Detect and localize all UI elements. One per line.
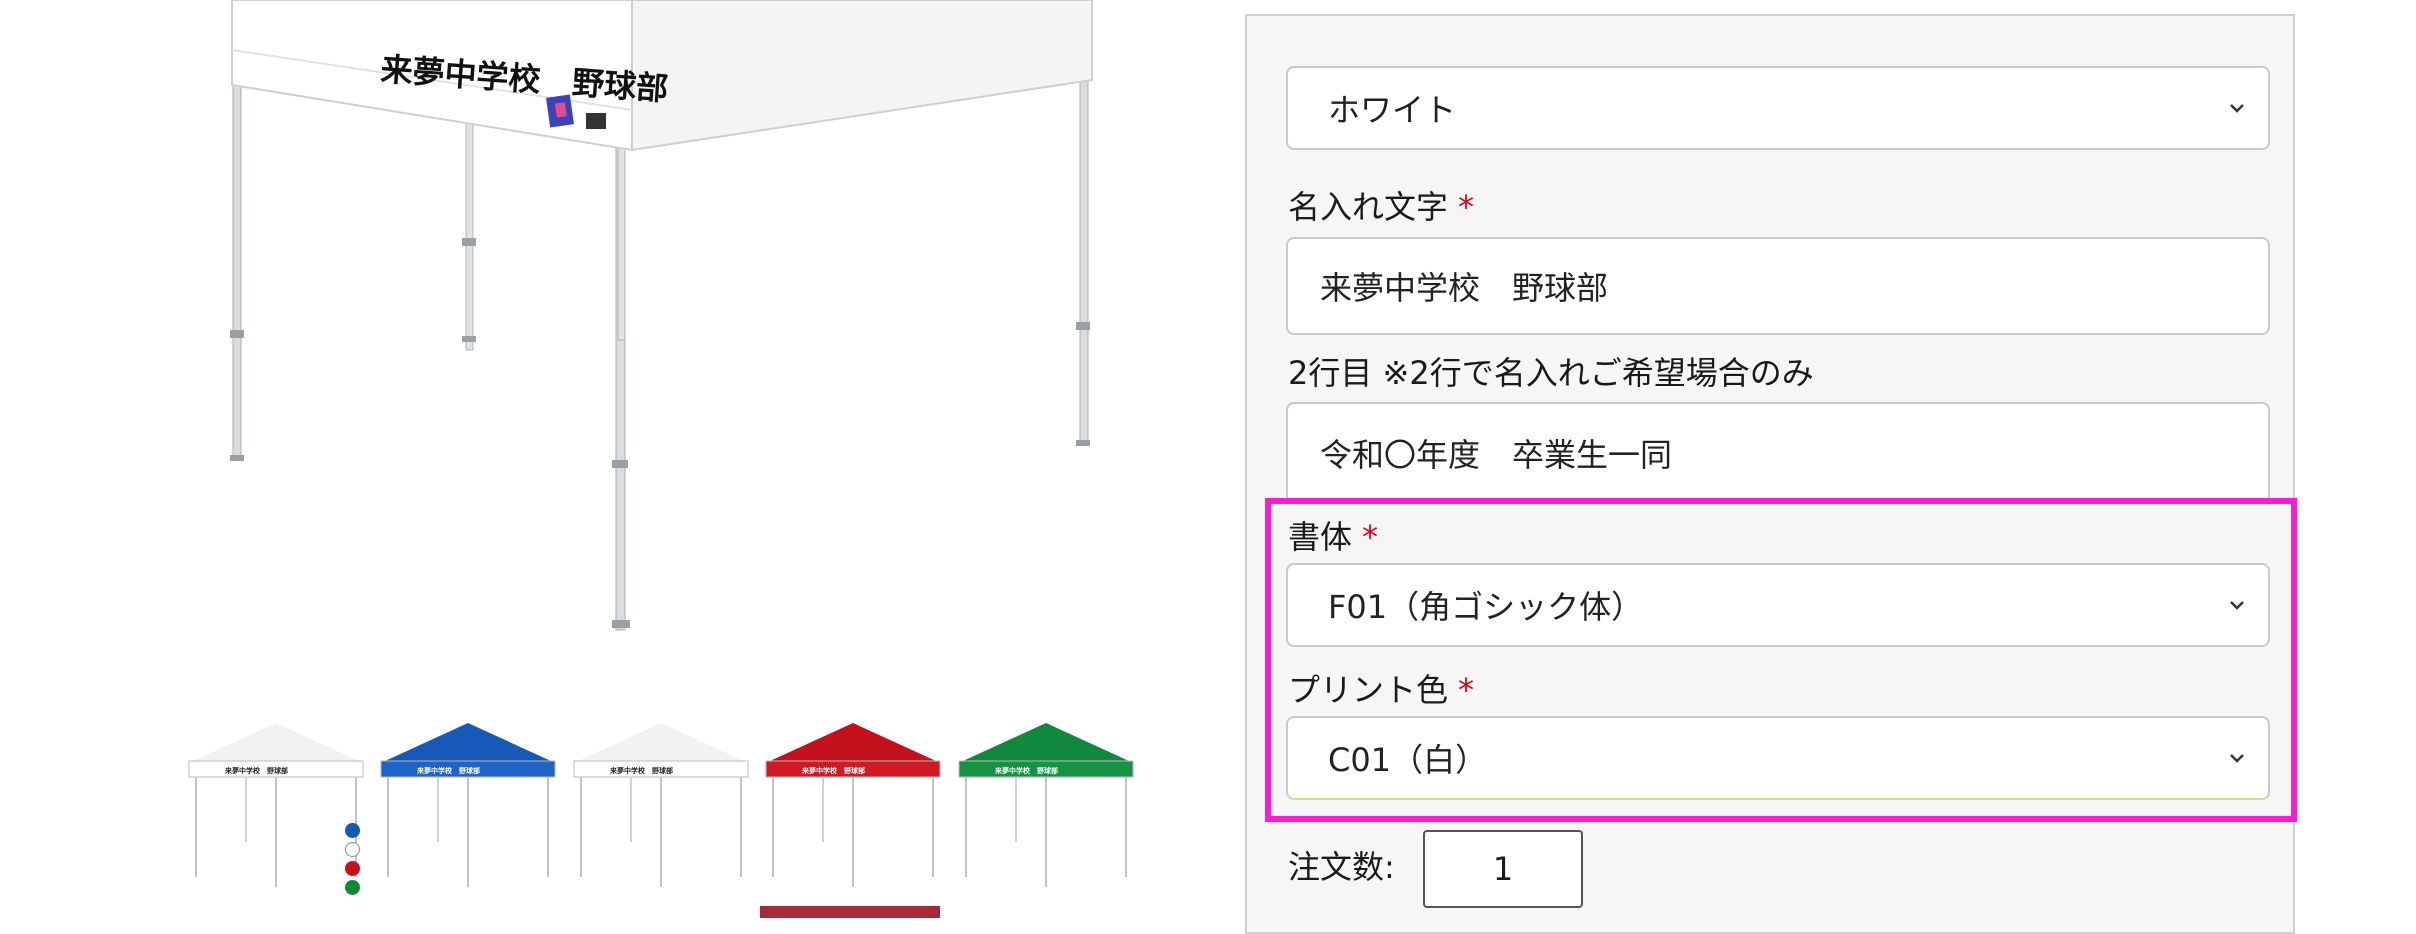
quantity-input[interactable]: 1 <box>1423 830 1583 908</box>
required-mark: * <box>1458 671 1475 709</box>
font-label: 書体 * <box>1288 512 1378 558</box>
thumbnail-green[interactable]: 来夢中学校 野球部 <box>955 715 1137 890</box>
thumbnail-white[interactable]: 来夢中学校 野球部 <box>185 715 367 890</box>
name-text-value: 来夢中学校 野球部 <box>1320 269 1609 307</box>
font-label-text: 書体 <box>1288 518 1353 556</box>
name-text-label-text: 名入れ文字 <box>1288 188 1449 226</box>
color-select[interactable]: ホワイト <box>1286 66 2270 150</box>
name-text-label: 名入れ文字 * <box>1288 182 1474 228</box>
chevron-down-icon <box>2230 754 2244 763</box>
active-caption-tab[interactable] <box>760 906 940 918</box>
quantity-label: 注文数: <box>1288 848 1395 886</box>
color-select-value: ホワイト <box>1328 91 1457 129</box>
print-color-select[interactable]: C01（白） <box>1286 716 2270 800</box>
thumbnail-gallery: 来夢中学校 野球部 来夢中学校 野球部 来夢中学校 野球部 来夢中学校 野球部 来夢中学… <box>185 715 1185 915</box>
thumbnail-red[interactable]: 来夢中学校 野球部 <box>762 715 944 890</box>
svg-text:来夢中学校 野球部: 来夢中学校 野球部 <box>416 766 480 775</box>
thumbnail-captions <box>185 906 945 918</box>
product-main-image: 来夢中学校 野球部 <box>170 0 1150 640</box>
color-swatches <box>345 823 365 899</box>
chevron-down-icon <box>2230 601 2244 610</box>
print-color-label: プリント色 * <box>1288 665 1474 711</box>
font-select[interactable]: F01（角ゴシック体） <box>1286 563 2270 647</box>
svg-text:来夢中学校 野球部: 来夢中学校 野球部 <box>224 766 288 775</box>
font-select-value: F01（角ゴシック体） <box>1328 588 1644 626</box>
svg-text:来夢中学校 野球部: 来夢中学校 野球部 <box>801 766 865 775</box>
second-line-value: 令和〇年度 卒業生一同 <box>1320 436 1673 474</box>
tent-thumbnail-icon: 来夢中学校 野球部 <box>958 723 1134 887</box>
required-mark: * <box>1362 518 1379 556</box>
color-swatch[interactable] <box>345 861 360 876</box>
color-swatch[interactable] <box>345 880 360 895</box>
tent-thumbnail-icon: 来夢中学校 野球部 <box>380 723 556 887</box>
print-color-select-value: C01（白） <box>1328 741 1488 779</box>
tent-illustration: 来夢中学校 野球部 <box>230 0 1093 631</box>
tent-thumbnail-icon: 来夢中学校 野球部 <box>188 723 364 887</box>
color-swatch[interactable] <box>345 842 360 857</box>
thumbnail-blue[interactable]: 来夢中学校 野球部 <box>377 715 559 890</box>
print-color-label-text: プリント色 <box>1288 671 1449 709</box>
svg-text:来夢中学校 野球部: 来夢中学校 野球部 <box>994 766 1058 775</box>
thumbnail-white-2[interactable]: 来夢中学校 野球部 <box>570 715 752 890</box>
required-mark: * <box>1458 188 1475 226</box>
name-text-input[interactable]: 来夢中学校 野球部 <box>1286 237 2270 335</box>
second-line-input[interactable]: 令和〇年度 卒業生一同 <box>1286 402 2270 502</box>
quantity-value: 1 <box>1492 850 1514 888</box>
svg-text:来夢中学校 野球部: 来夢中学校 野球部 <box>609 766 673 775</box>
tent-thumbnail-icon: 来夢中学校 野球部 <box>573 723 749 887</box>
tent-thumbnail-icon: 来夢中学校 野球部 <box>765 723 941 887</box>
second-line-label: 2行目 ※2行で名入れご希望場合のみ <box>1288 354 1814 392</box>
color-swatch[interactable] <box>345 823 360 838</box>
chevron-down-icon <box>2230 104 2244 113</box>
